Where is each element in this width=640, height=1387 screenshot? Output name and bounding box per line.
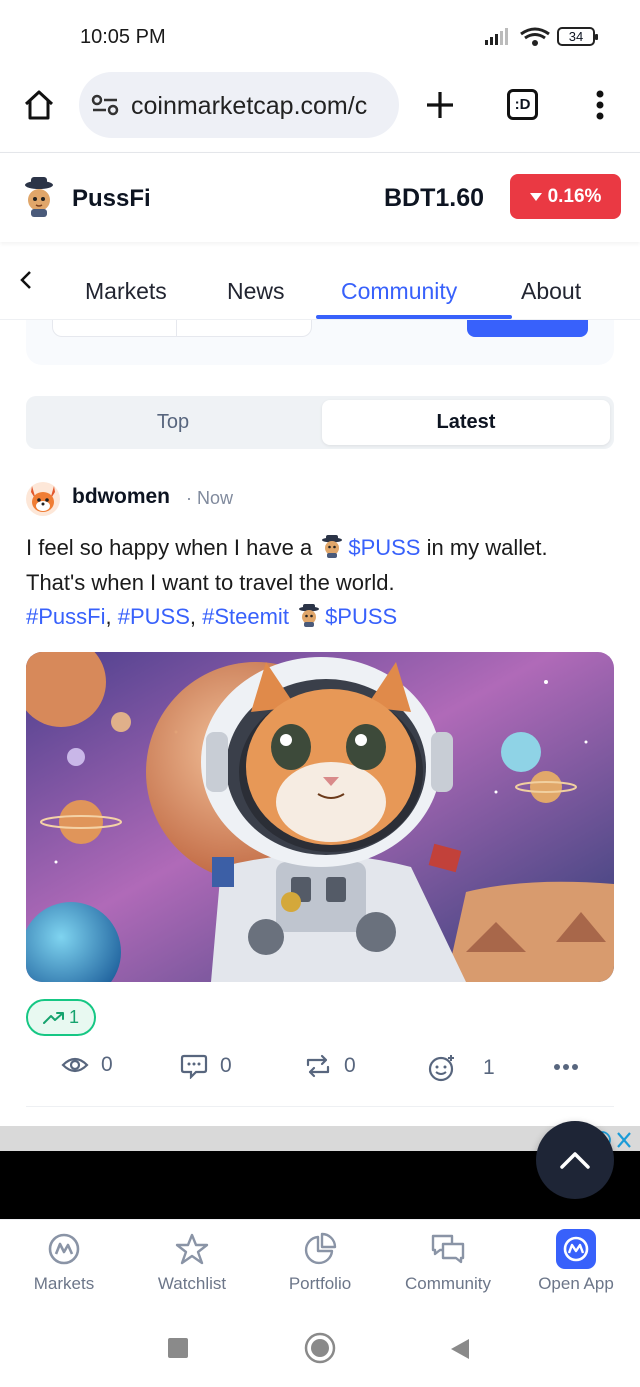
nav-open-app[interactable]: Open App — [512, 1229, 640, 1294]
avatar[interactable] — [26, 482, 60, 516]
puss-coin-icon — [322, 535, 343, 558]
post-more-icon[interactable] — [553, 1063, 579, 1071]
markets-icon — [48, 1233, 80, 1265]
url-text: coinmarketcap.com/c — [131, 92, 368, 120]
repost-button[interactable]: 0 — [304, 1053, 356, 1079]
nav-community[interactable]: Community — [384, 1232, 512, 1294]
post-actions: 0 0 0 1 — [0, 1045, 640, 1090]
status-bar: 10:05 PM 34 — [0, 0, 640, 72]
post-image[interactable] — [26, 652, 614, 982]
tab-switcher-button[interactable]: :D — [507, 89, 538, 120]
repost-icon — [306, 1054, 330, 1078]
puss-coin-icon — [299, 604, 320, 627]
more-menu-icon[interactable] — [594, 90, 606, 120]
cashtag-link[interactable]: $PUSS — [348, 535, 420, 560]
new-tab-icon[interactable] — [424, 89, 456, 121]
post-line-3: #PussFi, #PUSS, #Steemit $PUSS — [26, 604, 398, 629]
star-icon — [175, 1233, 209, 1265]
bullish-count: 1 — [68, 1007, 79, 1027]
battery-indicator: 34 — [557, 27, 598, 46]
cashtag-link[interactable]: $PUSS — [325, 604, 397, 629]
post-text-segment: I feel so happy when I have a — [26, 535, 313, 560]
react-button[interactable]: 1 — [427, 1053, 495, 1083]
post-divider — [26, 1106, 614, 1107]
price-change-value: 0.16% — [547, 185, 602, 207]
cmc-app-icon — [556, 1229, 596, 1269]
tab-switcher-label: :D — [514, 96, 531, 113]
bottom-nav: Markets Watchlist Portfolio Community Op… — [0, 1219, 640, 1311]
post-line-1: I feel so happy when I have a $PUSS in m… — [26, 531, 626, 566]
coin-price: BDT1.60 — [384, 184, 485, 212]
emoji-reaction-icon — [428, 1055, 454, 1082]
partial-card — [26, 320, 614, 365]
hashtag-link[interactable]: #PussFi — [26, 604, 105, 629]
tab-news[interactable]: News — [227, 278, 285, 305]
nav-label: Portfolio — [288, 1274, 352, 1293]
hashtag-link[interactable]: #Steemit — [202, 604, 289, 629]
chevron-left-icon[interactable] — [18, 270, 34, 290]
trending-up-icon — [42, 1011, 64, 1024]
tab-markets[interactable]: Markets — [85, 278, 167, 305]
nav-portfolio[interactable]: Portfolio — [256, 1232, 384, 1294]
hashtag-link[interactable]: #PUSS — [118, 604, 190, 629]
active-tab-indicator — [316, 315, 512, 319]
post-text: I feel so happy when I have a $PUSS in m… — [26, 531, 626, 635]
nav-label: Watchlist — [157, 1274, 227, 1293]
nav-label: Open App — [538, 1274, 614, 1293]
bullish-badge[interactable]: 1 — [26, 999, 96, 1036]
post-line-2: That's when I want to travel the world. — [26, 569, 395, 595]
comment-icon — [180, 1054, 208, 1079]
astronaut-cat-illustration — [26, 652, 614, 982]
comment-button[interactable]: 0 — [180, 1053, 232, 1079]
reposts-count: 0 — [344, 1054, 356, 1077]
pussfi-logo — [25, 177, 53, 217]
status-time: 10:05 PM — [80, 26, 166, 48]
home-button[interactable] — [304, 1332, 336, 1364]
views-count: 0 — [101, 1053, 113, 1076]
coin-tabs: Markets News Community About — [0, 258, 640, 320]
feed-top-button[interactable]: Top — [26, 396, 320, 449]
price-change-badge: 0.16% — [510, 174, 621, 219]
nav-label: Markets — [33, 1274, 95, 1293]
scroll-top-button[interactable] — [536, 1121, 614, 1199]
nav-watchlist[interactable]: Watchlist — [128, 1232, 256, 1294]
partial-divider — [176, 320, 177, 337]
reactions-count: 1 — [483, 1056, 495, 1079]
views-button[interactable]: 0 — [61, 1053, 113, 1077]
back-button[interactable] — [449, 1337, 471, 1361]
caret-down-icon — [529, 192, 542, 201]
site-settings-icon[interactable] — [91, 94, 119, 116]
chat-icon — [431, 1234, 465, 1264]
partial-buttons — [52, 320, 312, 337]
system-nav-bar — [0, 1311, 640, 1387]
post-author[interactable]: bdwomen — [72, 485, 170, 509]
nav-label: Community — [405, 1274, 491, 1293]
chevron-up-icon — [560, 1152, 590, 1169]
feed-latest-button[interactable]: Latest — [322, 400, 610, 445]
post-time: · Now — [186, 488, 234, 508]
battery-level: 34 — [568, 29, 584, 44]
post-text-segment: in my wallet. — [426, 535, 548, 560]
coin-name: PussFi — [72, 185, 151, 212]
address-bar[interactable]: coinmarketcap.com/c — [79, 72, 399, 138]
pie-chart-icon — [304, 1232, 337, 1265]
signal-wifi-icon — [485, 27, 550, 46]
home-icon[interactable] — [22, 88, 56, 122]
comments-count: 0 — [220, 1054, 232, 1077]
nav-markets[interactable]: Markets — [0, 1232, 128, 1294]
eye-icon — [61, 1057, 89, 1073]
tab-about[interactable]: About — [521, 278, 581, 305]
partial-primary-button[interactable] — [467, 320, 588, 337]
recents-button[interactable] — [168, 1338, 188, 1358]
tab-community[interactable]: Community — [341, 278, 457, 305]
feed-toggle: Top Latest — [26, 396, 614, 449]
